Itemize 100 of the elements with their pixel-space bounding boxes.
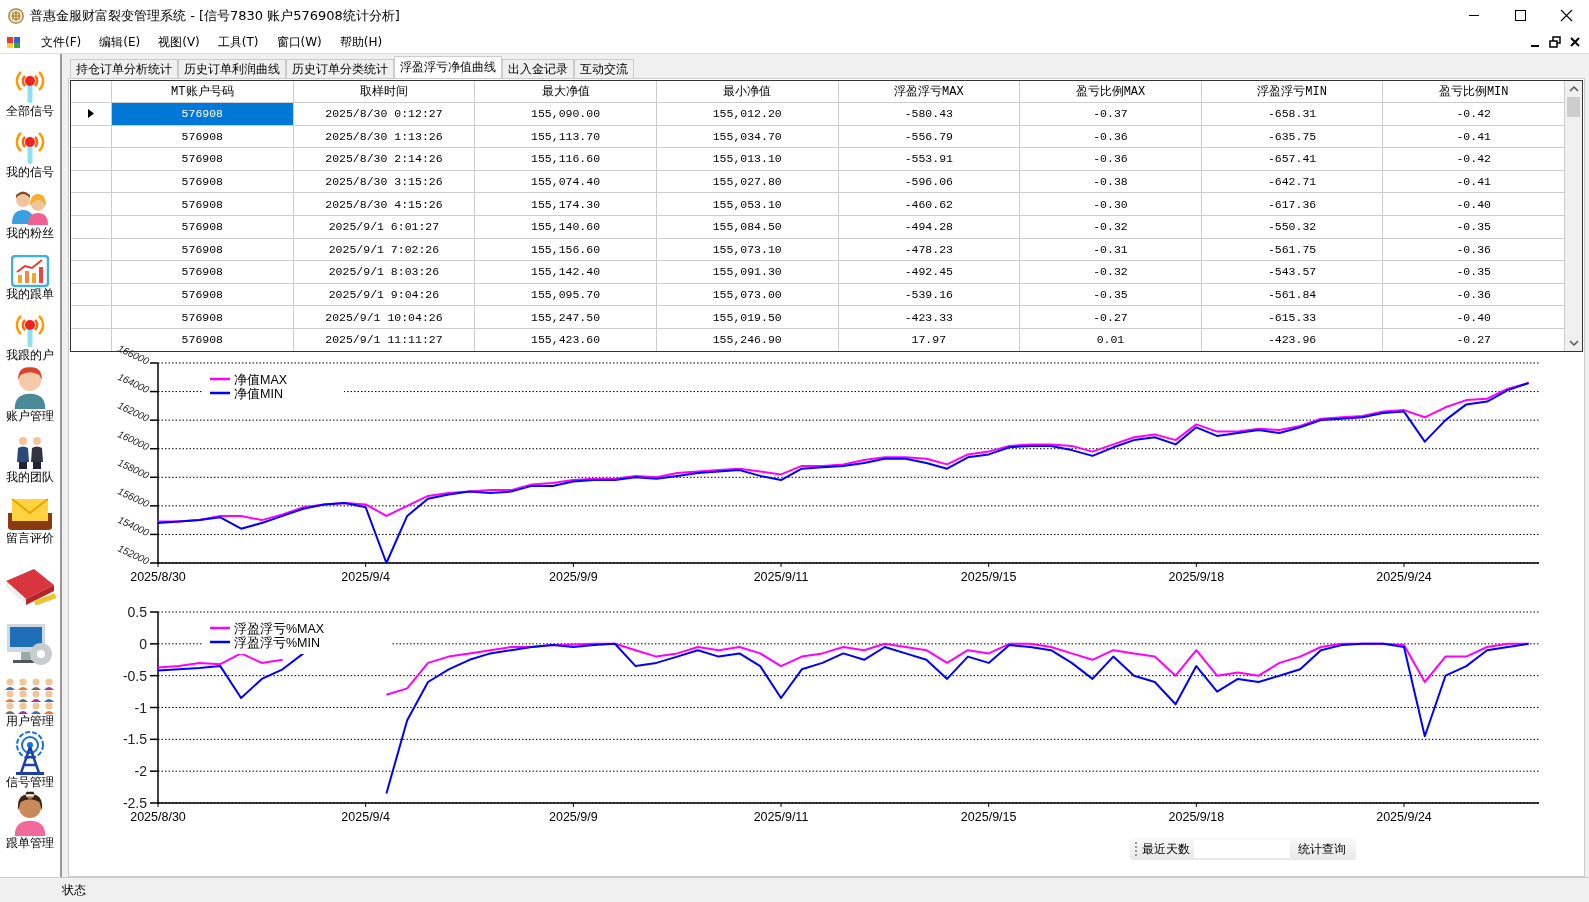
tab[interactable]: 互动交流 xyxy=(574,59,634,78)
table-cell: -0.36 xyxy=(1020,125,1202,149)
table-cell: 155,013.10 xyxy=(656,148,839,171)
table-cell: 576908 xyxy=(112,170,294,194)
legend-item: 浮盈浮亏%MIN xyxy=(210,636,321,650)
menu-item[interactable]: 帮助(H) xyxy=(330,31,392,53)
menu-item[interactable]: 文件(F) xyxy=(32,31,91,53)
menu-item[interactable]: 编辑(E) xyxy=(90,31,150,53)
column-header[interactable]: 最小净值 xyxy=(656,81,839,103)
table-cell: 2025/8/30 1:13:26 xyxy=(293,125,476,149)
legend-item: 浮盈浮亏%MAX xyxy=(210,622,325,636)
tab[interactable]: 历史订单利润曲线 xyxy=(178,59,286,78)
axis-label: 2025/9/4 xyxy=(341,570,390,584)
table-cell: 2025/8/30 2:14:26 xyxy=(293,148,476,171)
table-cell: 2025/9/1 11:11:27 xyxy=(293,328,476,351)
menu-item[interactable]: 工具(T) xyxy=(208,31,268,53)
column-header[interactable]: 浮盈浮亏MAX xyxy=(838,81,1021,103)
table-cell: 2025/9/1 7:02:26 xyxy=(293,238,476,262)
tab[interactable]: 历史订单分类统计 xyxy=(286,59,394,78)
legend-item: 净值MIN xyxy=(210,387,283,401)
table-cell: 17.97 xyxy=(838,328,1021,351)
sidebar-item[interactable]: 用户管理 xyxy=(0,668,60,729)
sidebar-item[interactable]: 跟单管理 xyxy=(0,790,60,851)
window-menu-icon[interactable] xyxy=(6,34,22,50)
column-header[interactable]: 浮盈浮亏MIN xyxy=(1201,81,1384,103)
table-cell: 2025/8/30 0:12:27 xyxy=(293,103,476,126)
grip-icon xyxy=(1134,841,1138,857)
table-cell: 576908 xyxy=(112,148,294,171)
chart-icon xyxy=(11,255,49,287)
table-cell: 155,091.30 xyxy=(656,261,839,284)
tab[interactable]: 出入金记录 xyxy=(502,59,574,78)
axis-label: -0.5 xyxy=(122,667,147,684)
table-cell: 576908 xyxy=(112,261,294,284)
legend-label: 净值MAX xyxy=(234,373,288,387)
table-cell: 576908 xyxy=(112,283,294,307)
table-cell: 2025/8/30 3:15:26 xyxy=(293,170,476,194)
envelope-icon xyxy=(6,497,54,531)
sidebar-item[interactable]: 我的团队 xyxy=(0,424,60,485)
axis-label: 2025/9/4 xyxy=(341,810,390,824)
table-cell: -0.36 xyxy=(1020,148,1202,171)
column-header[interactable]: 盈亏比例MIN xyxy=(1383,81,1565,103)
table-cell: 155,034.70 xyxy=(656,125,839,149)
table-cell: 155,095.70 xyxy=(475,283,657,307)
table-cell: 155,073.00 xyxy=(656,283,839,307)
axis-label: 0 xyxy=(139,635,147,652)
query-button[interactable]: 统计查询 xyxy=(1294,840,1350,858)
table-cell: -580.43 xyxy=(838,103,1021,126)
menu-item[interactable]: 窗口(W) xyxy=(267,31,331,53)
table-cell: 2025/9/1 9:04:26 xyxy=(293,283,476,307)
table-cell: -478.23 xyxy=(838,238,1021,262)
table-cell: 576908 xyxy=(112,103,294,126)
table-cell: 155,027.80 xyxy=(656,170,839,194)
sidebar-item[interactable]: 我的跟单 xyxy=(0,241,60,302)
column-header[interactable]: 最大净值 xyxy=(475,81,657,103)
column-header[interactable]: 盈亏比例MAX xyxy=(1020,81,1202,103)
table-cell: -423.33 xyxy=(838,306,1021,329)
table-cell: -561.84 xyxy=(1201,283,1384,307)
table-cell: 155,084.50 xyxy=(656,215,839,239)
table-cell: -543.57 xyxy=(1201,261,1384,284)
restore-icon[interactable] xyxy=(1547,34,1563,50)
sidebar-item[interactable]: 账户管理 xyxy=(0,363,60,424)
sidebar-item[interactable]: 全部信号 xyxy=(0,58,60,119)
table-cell: 155,116.60 xyxy=(475,148,657,171)
sidebar-item[interactable]: 留言评价 xyxy=(0,485,60,546)
axis-label: 2025/9/11 xyxy=(753,810,809,824)
axis-label: -2.5 xyxy=(122,795,147,811)
table-cell: 2025/9/1 8:03:26 xyxy=(293,261,476,284)
sidebar-item[interactable]: 信号管理 xyxy=(0,729,60,790)
table-cell: -0.38 xyxy=(1020,170,1202,194)
table-cell: 2025/9/1 10:04:26 xyxy=(293,306,476,329)
table-cell: 2025/9/1 6:01:27 xyxy=(293,215,476,239)
axis-label: 2025/9/11 xyxy=(753,570,809,584)
legend-label: 浮盈浮亏%MAX xyxy=(234,622,325,636)
table-cell: 155,090.00 xyxy=(475,103,657,126)
menu-item[interactable]: 视图(V) xyxy=(149,31,209,53)
axis-label: 2025/9/24 xyxy=(1376,570,1432,584)
axis-label: 2025/9/9 xyxy=(549,810,598,824)
sidebar-item[interactable]: 我的信号 xyxy=(0,119,60,180)
sidebar-item[interactable]: 我的粉丝 xyxy=(0,180,60,241)
current-row-icon xyxy=(88,109,94,119)
column-header[interactable]: 取样时间 xyxy=(293,81,476,103)
axis-label: 2025/9/15 xyxy=(960,810,1017,824)
table-cell: -658.31 xyxy=(1201,103,1384,126)
table-cell: -561.75 xyxy=(1201,238,1384,262)
table-cell: -596.06 xyxy=(838,170,1021,194)
sidebar-item[interactable]: 我跟的户 xyxy=(0,302,60,363)
scroll-thumb[interactable] xyxy=(1567,97,1580,117)
table-cell: 155,074.40 xyxy=(475,170,657,194)
axis-label: 2025/8/30 xyxy=(130,570,186,584)
table-cell: 155,142.40 xyxy=(475,261,657,284)
tab[interactable]: 持仓订单分析统计 xyxy=(70,59,178,78)
axis-label: -1 xyxy=(134,699,147,716)
table-cell: -423.96 xyxy=(1201,328,1384,351)
table-cell: -642.71 xyxy=(1201,170,1384,194)
tab[interactable]: 浮盈浮亏净值曲线 xyxy=(394,56,502,78)
table-cell: 155,012.20 xyxy=(656,103,839,126)
table-cell: -0.30 xyxy=(1020,193,1202,216)
table-cell: 576908 xyxy=(112,306,294,329)
table-cell: -0.37 xyxy=(1020,103,1202,126)
scrollbar[interactable] xyxy=(1565,81,1582,351)
